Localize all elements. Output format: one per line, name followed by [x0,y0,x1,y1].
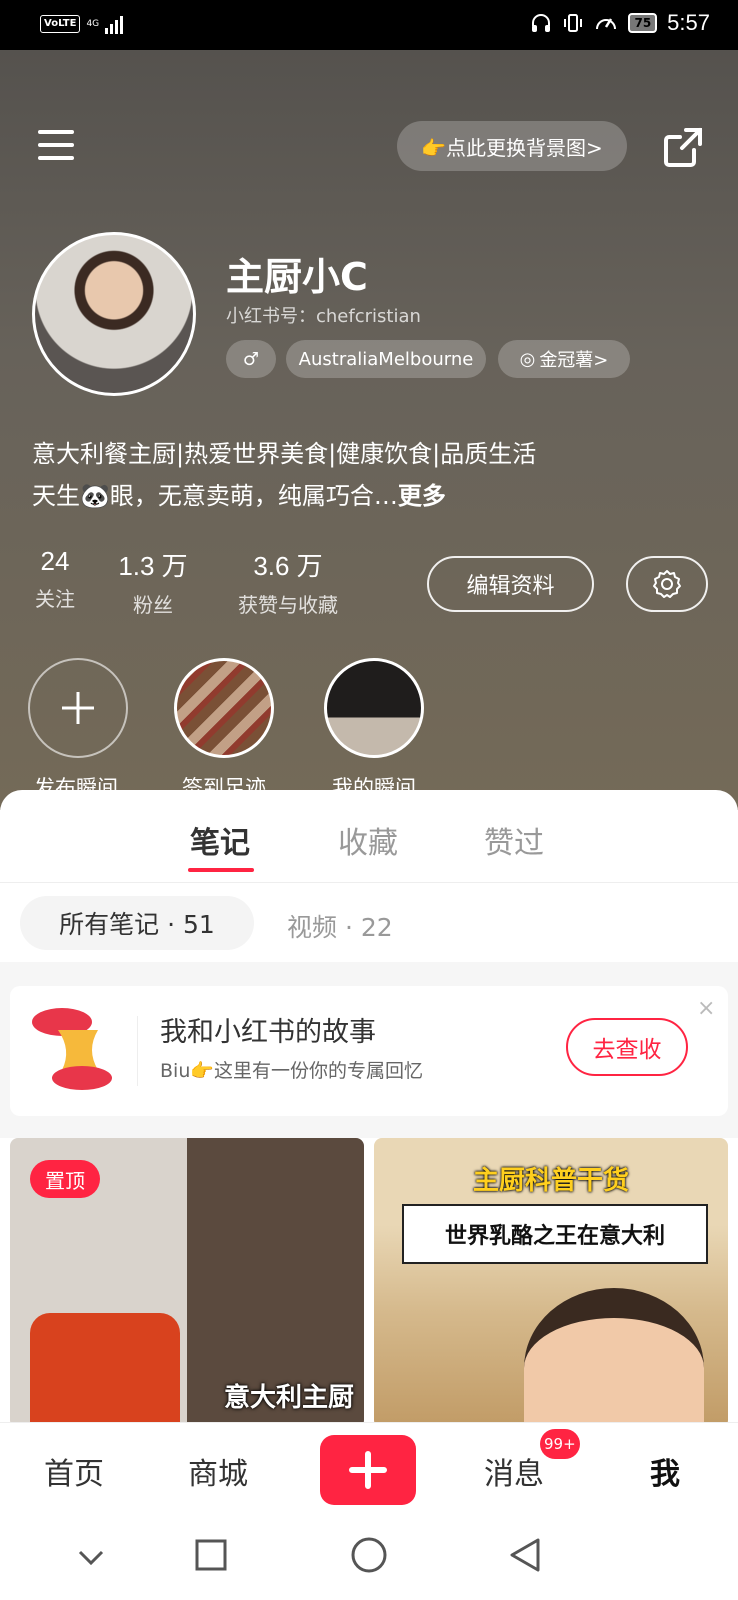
bio-more-link[interactable]: 更多 [398,482,446,510]
filter-all-notes[interactable]: 所有笔记 · 51 [20,896,254,950]
pinned-badge: 置顶 [30,1160,100,1198]
tab-liked[interactable]: 赞过 [484,818,544,862]
bio-text: 天生🐼眼，无意卖萌，纯属巧合… [32,482,398,510]
stat-following-label: 关注 [35,587,75,611]
note-card-2-banner: 世界乳酪之王在意大利 [402,1204,708,1264]
profile-header: 👉点此更换背景图> 主厨小C 小红书号：chefcristian ♂ Austr… [0,50,738,810]
gear-icon [653,570,681,598]
status-left: VoLTE 4G [40,14,124,34]
filter-videos[interactable]: 视频 · 22 [287,908,393,944]
stat-following[interactable]: 24 关注 [26,546,84,612]
stat-following-count: 24 [40,546,70,576]
chevron-down-icon[interactable] [76,1542,106,1572]
back-triangle-icon[interactable] [508,1536,542,1574]
settings-button[interactable] [626,556,708,612]
note-card-1[interactable]: 置顶 意大利主厨 [10,1138,364,1428]
gold-crown-label: 金冠薯> [539,350,609,371]
network-type: 4G [86,19,100,29]
status-right: 75 5:57 [530,10,710,36]
tabs-divider [0,882,738,883]
system-nav-bar [0,1514,738,1600]
note-card-2[interactable]: 主厨科普干货 世界乳酪之王在意大利 [374,1138,728,1428]
gold-crown-tag[interactable]: ◎ 金冠薯> [498,340,630,378]
stat-likes-count: 3.6 万 [253,551,323,581]
home-circle-icon[interactable] [350,1536,388,1574]
my-moments-thumbnail[interactable] [324,658,424,758]
close-icon[interactable]: × [697,996,715,1021]
plus-icon [62,692,94,724]
nav-mall[interactable]: 商城 [188,1449,248,1493]
user-id: 小红书号：chefcristian [226,306,421,327]
avatar[interactable] [32,232,196,396]
stat-followers-label: 粉丝 [133,593,173,617]
stat-followers-count: 1.3 万 [118,551,188,581]
nav-home[interactable]: 首页 [44,1449,104,1493]
chef-face-image [524,1288,704,1428]
note-card-1-caption: 意大利主厨 [223,1383,354,1413]
tab-notes[interactable]: 笔记 [190,818,250,862]
story-title: 我和小红书的故事 [160,1017,376,1048]
bottom-nav: 首页 商城 消息 99+ 我 [0,1422,738,1514]
headphones-icon [532,14,551,32]
stat-followers[interactable]: 1.3 万 粉丝 [108,546,198,618]
story-separator [137,1016,138,1086]
active-tab-indicator [188,868,254,872]
gender-tag: ♂ [226,340,276,378]
tab-collections[interactable]: 收藏 [338,818,398,862]
battery-indicator: 75 [628,13,658,33]
check-in-thumbnail[interactable] [174,658,274,758]
post-moment-button[interactable] [28,658,128,758]
note-card-2-title: 主厨科普干货 [472,1166,629,1196]
publish-button[interactable] [320,1435,416,1505]
nav-me[interactable]: 我 [650,1449,680,1493]
user-name: 主厨小C [226,255,368,299]
change-background-button[interactable]: 👉点此更换背景图> [397,121,627,171]
story-view-button[interactable]: 去查收 [566,1018,688,1076]
hourglass-icon [32,1008,112,1090]
medal-icon: ◎ [519,348,536,370]
signal-icon [105,14,124,34]
bio-line-1: 意大利餐主厨|热爱世界美食|健康饮食|品质生活 [32,440,537,468]
message-badge: 99+ [540,1429,580,1459]
nav-messages[interactable]: 消息 [484,1449,544,1493]
edit-profile-button[interactable]: 编辑资料 [427,556,594,612]
sauce-jar-image [30,1313,180,1428]
stat-likes-label: 获赞与收藏 [238,593,338,617]
recent-apps-icon[interactable] [194,1538,228,1572]
menu-icon[interactable] [38,130,76,162]
vibrate-icon [564,14,583,32]
bio-line-2: 天生🐼眼，无意卖萌，纯属巧合…更多 [32,476,446,511]
status-bar: VoLTE 4G 75 5:57 [0,0,738,50]
clock: 5:57 [667,10,710,35]
plus-icon [349,1451,387,1489]
stat-likes-collects[interactable]: 3.6 万 获赞与收藏 [228,546,348,618]
speed-icon [596,18,617,30]
share-icon[interactable] [662,126,704,168]
story-subtitle: Biu👉这里有一份你的专属回忆 [160,1060,424,1082]
volte-indicator: VoLTE [40,15,81,33]
location-tag: AustraliaMelbourne [286,340,486,378]
